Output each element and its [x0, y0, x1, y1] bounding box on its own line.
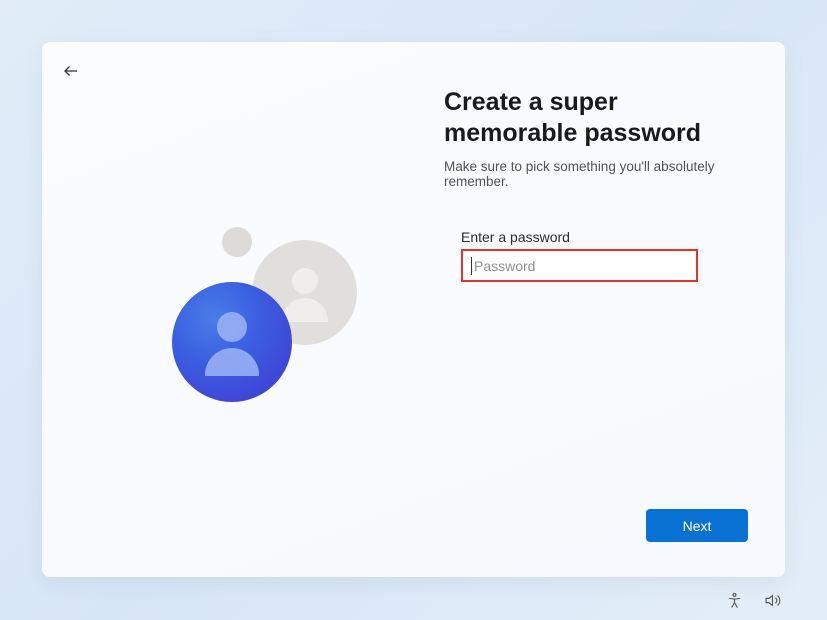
primary-avatar	[172, 282, 292, 402]
user-illustration	[137, 227, 367, 457]
accessibility-button[interactable]	[725, 591, 743, 609]
password-label: Enter a password	[461, 229, 745, 245]
next-button[interactable]: Next	[646, 509, 748, 542]
setup-card: Create a super memorable password Make s…	[42, 42, 785, 577]
volume-button[interactable]	[763, 591, 781, 609]
bottom-toolbar	[725, 591, 781, 609]
page-title: Create a super memorable password	[444, 87, 734, 148]
password-input-wrap[interactable]	[461, 249, 698, 282]
form-pane: Create a super memorable password Make s…	[442, 42, 785, 577]
password-input[interactable]	[474, 258, 688, 274]
text-caret	[471, 257, 472, 275]
volume-icon	[764, 592, 781, 609]
accessibility-icon	[726, 592, 743, 609]
small-circle-decor	[222, 227, 252, 257]
page-subtitle: Make sure to pick something you'll absol…	[444, 159, 745, 189]
illustration-pane	[42, 42, 442, 577]
